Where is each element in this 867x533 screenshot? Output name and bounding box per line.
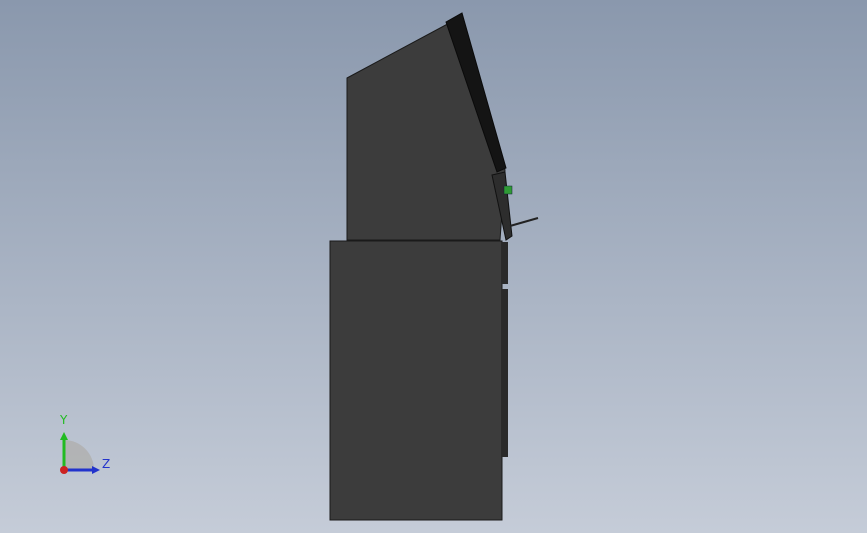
z-axis-arrow xyxy=(92,466,100,474)
front-panel-bottom xyxy=(502,289,508,457)
axis-triad: Y Z xyxy=(50,410,120,480)
y-axis-arrow xyxy=(60,432,68,440)
cad-viewport[interactable]: Y Z xyxy=(0,0,867,533)
green-button xyxy=(503,185,513,195)
z-axis-label: Z xyxy=(102,457,111,471)
joystick xyxy=(509,217,539,227)
y-axis-label: Y xyxy=(60,413,68,427)
triad-quarter-disc xyxy=(64,440,94,470)
front-panel-top xyxy=(502,242,508,284)
arcade-cabinet-side-view[interactable] xyxy=(0,0,867,533)
x-axis-dot xyxy=(60,466,68,474)
lower-cabinet xyxy=(329,240,503,521)
upper-cabinet xyxy=(346,19,506,241)
